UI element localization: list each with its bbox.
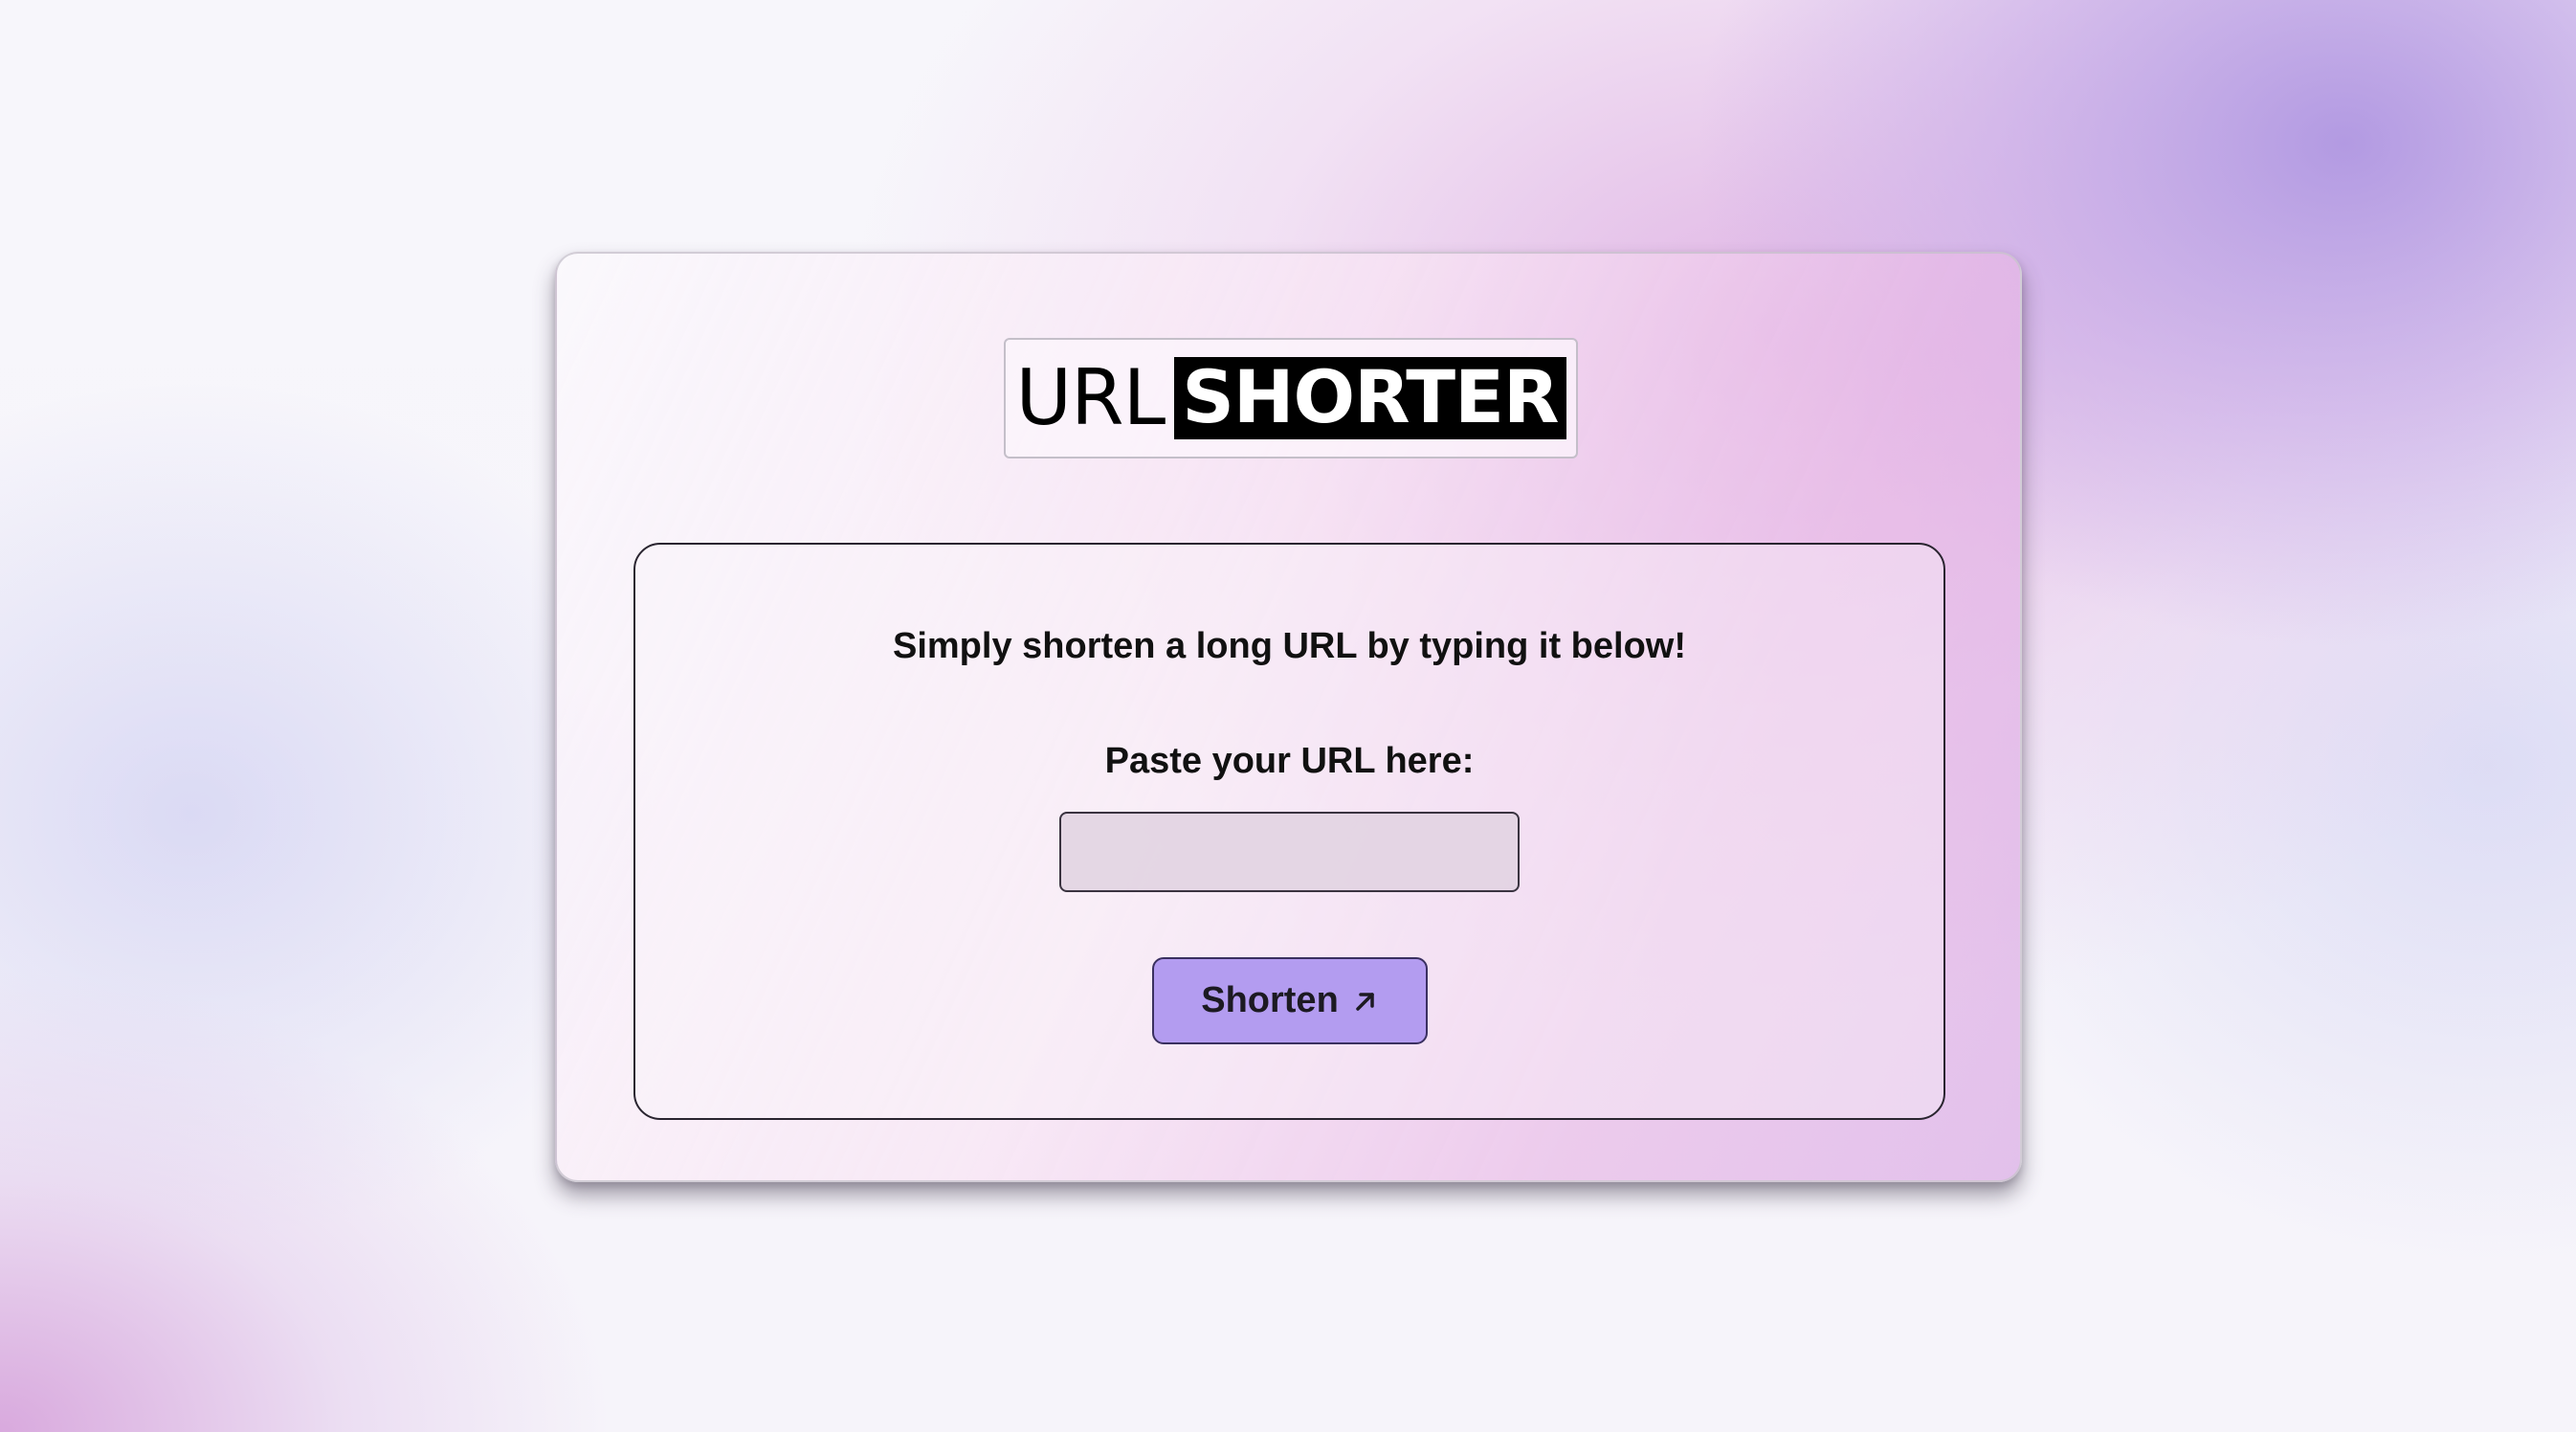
main-card: URL SHORTER Simply shorten a long URL by… <box>555 252 2022 1182</box>
shorten-form: Simply shorten a long URL by typing it b… <box>633 543 1945 1120</box>
shorten-button[interactable]: Shorten <box>1152 957 1428 1044</box>
shorten-button-label: Shorten <box>1201 980 1339 1020</box>
arrow-up-right-icon <box>1352 988 1379 1015</box>
logo-url-text: URL <box>1015 353 1166 442</box>
url-input[interactable] <box>1059 812 1520 892</box>
url-field-label: Paste your URL here: <box>1104 741 1475 781</box>
logo: URL SHORTER <box>1004 338 1578 459</box>
tagline: Simply shorten a long URL by typing it b… <box>892 626 1686 666</box>
logo-shorter-text: SHORTER <box>1174 357 1566 439</box>
